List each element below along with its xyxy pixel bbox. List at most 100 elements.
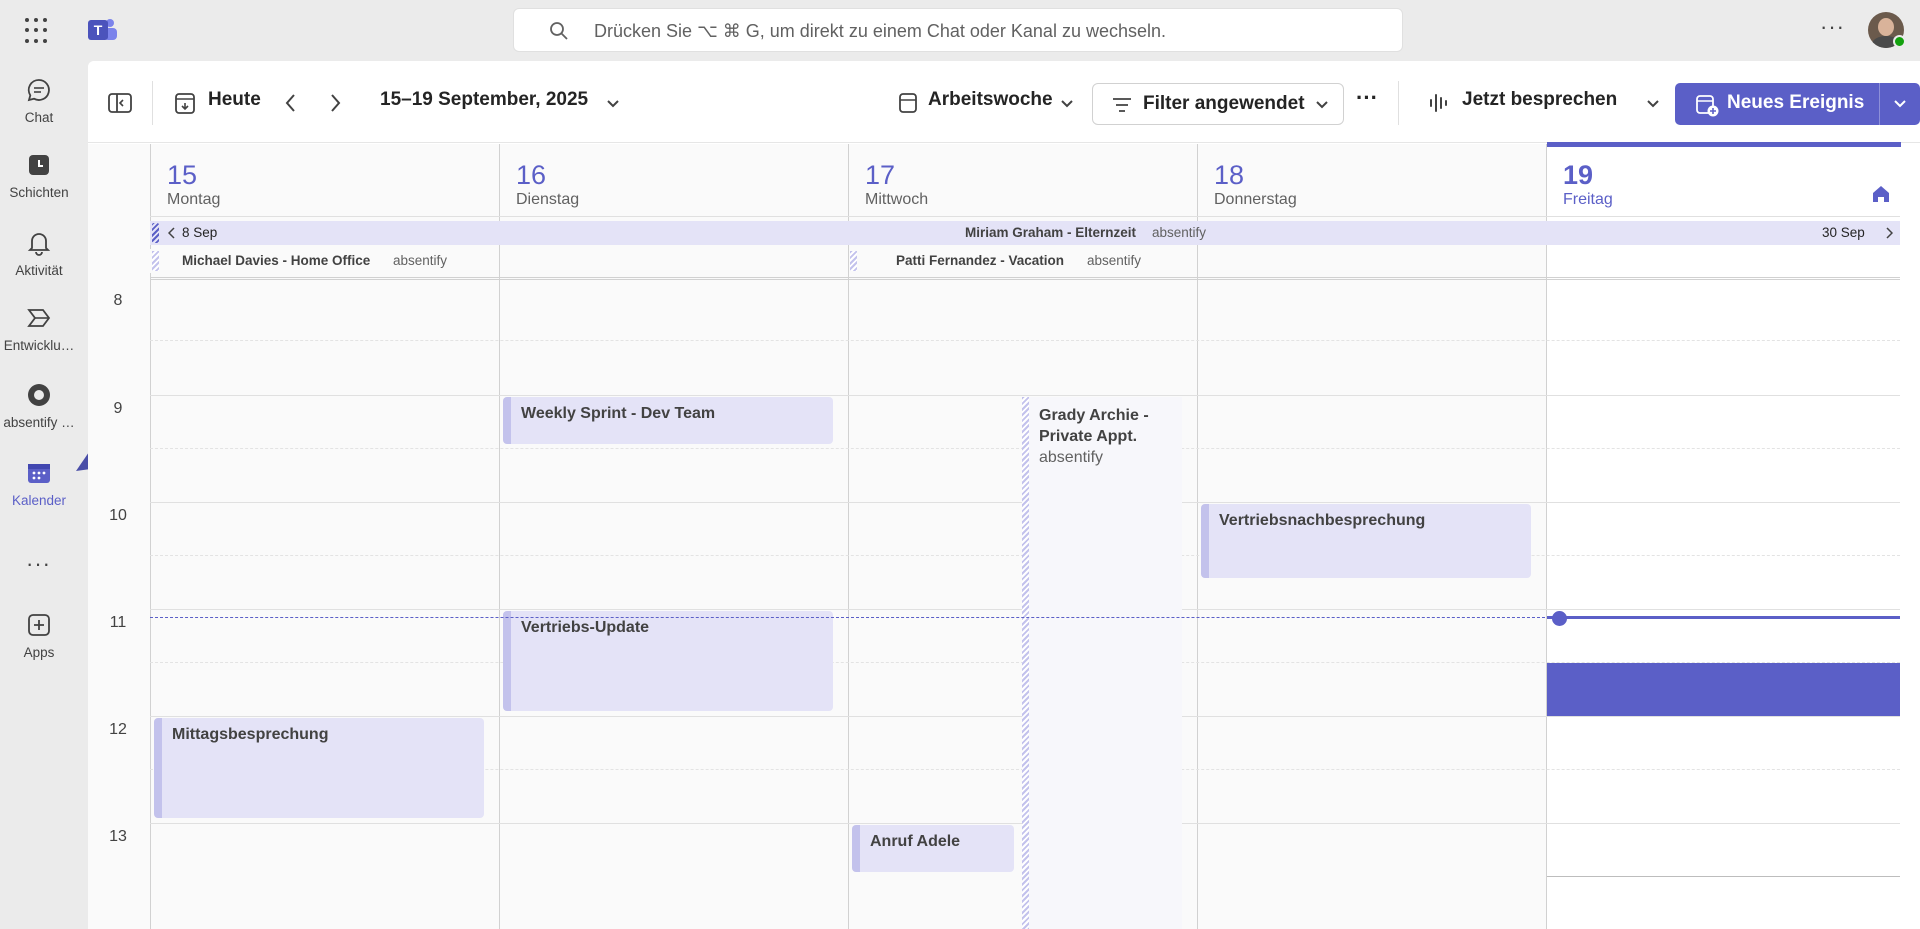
- meet-now-button[interactable]: Jetzt besprechen: [1462, 89, 1617, 111]
- hour-label: 12: [109, 721, 127, 738]
- app-launcher-icon[interactable]: [25, 18, 51, 44]
- allday-row-2: Michael Davies - Home Office absentify P…: [150, 249, 1900, 273]
- divider: [1547, 876, 1900, 877]
- day-name: Dienstag: [516, 191, 580, 208]
- bell-icon: [27, 233, 51, 256]
- shifts-icon: [29, 155, 49, 175]
- rail-item-chat[interactable]: Chat: [0, 76, 78, 125]
- event-title: Vertriebs-Update: [521, 619, 650, 636]
- hour-line: [150, 395, 1900, 396]
- rail-item-developer[interactable]: Entwicklu…: [0, 304, 78, 353]
- search-bar[interactable]: Drücken Sie ⌥ ⌘ G, um direkt zu einem Ch…: [513, 8, 1403, 52]
- chevron-down-icon: [1316, 101, 1328, 109]
- allday-start-label: 8 Sep: [182, 225, 218, 240]
- allday-title: Michael Davies - Home Office: [182, 253, 371, 268]
- calendar-icon: [28, 464, 50, 483]
- work-week-icon: [899, 93, 917, 113]
- event-vertriebs-update[interactable]: Vertriebs-Update: [503, 611, 833, 711]
- allday-source: absentify: [393, 253, 448, 268]
- chevron-down-icon[interactable]: [1060, 99, 1074, 109]
- home-icon: [1873, 186, 1889, 202]
- allday-event-vacation[interactable]: Patti Fernandez - Vacation absentify: [848, 249, 1196, 273]
- top-bar: T Drücken Sie ⌥ ⌘ G, um direkt zu einem …: [0, 0, 1920, 61]
- current-time-line-today: [1547, 616, 1900, 619]
- meet-now-icon: [1430, 94, 1447, 112]
- event-vertriebsnachbesprechung[interactable]: Vertriebsnachbesprechung: [1201, 504, 1531, 578]
- chevron-down-icon[interactable]: [1893, 99, 1907, 109]
- rail-item-activity[interactable]: Aktivität: [0, 229, 78, 278]
- day-number: 16: [516, 160, 547, 190]
- today-calendar-icon: [175, 93, 195, 114]
- toolbar-more-icon[interactable]: ···: [1356, 85, 1378, 111]
- chevron-down-icon[interactable]: [606, 99, 620, 109]
- allday-end-label: 30 Sep: [1822, 225, 1865, 240]
- absence-stripe: [1022, 397, 1029, 929]
- hour-label: 11: [109, 614, 127, 631]
- allday-event-home-office[interactable]: Michael Davies - Home Office absentify: [150, 249, 496, 273]
- day-number: 18: [1214, 160, 1245, 190]
- presence-available-icon: [1893, 35, 1906, 48]
- filter-label: Filter angewendet: [1143, 93, 1305, 114]
- event-weekly-sprint[interactable]: Weekly Sprint - Dev Team: [503, 397, 833, 444]
- rail-item-absentify[interactable]: absentify …: [0, 381, 78, 430]
- rail-item-apps[interactable]: Apps: [0, 611, 78, 660]
- search-placeholder: Drücken Sie ⌥ ⌘ G, um direkt zu einem Ch…: [594, 21, 1166, 41]
- event-title: Grady Archie - Private Appt.: [1039, 407, 1149, 445]
- filter-icon: [1113, 98, 1131, 112]
- today-button[interactable]: Heute: [208, 89, 261, 111]
- filter-button[interactable]: Filter angewendet: [1092, 83, 1344, 125]
- rail-label-chat: Chat: [24, 110, 54, 125]
- event-grady-archie[interactable]: Grady Archie - Private Appt. absentify: [1029, 397, 1182, 929]
- hour-label: 8: [113, 292, 123, 309]
- half-hour-line: [150, 340, 1900, 341]
- day-number: 15: [167, 160, 198, 190]
- current-time-line: [150, 617, 1550, 618]
- allday-source: absentify: [1152, 225, 1207, 240]
- calendar-main: Heute 15–19 September, 2025 Arbeitswoche…: [88, 61, 1920, 929]
- absentify-icon: [28, 384, 50, 406]
- next-week-icon[interactable]: [328, 93, 342, 113]
- allday-title: Miriam Graham - Elternzeit: [965, 225, 1137, 240]
- event-title: Mittagsbesprechung: [172, 726, 329, 743]
- more-options-icon[interactable]: ···: [1820, 14, 1845, 40]
- rail-label-absentify: absentify …: [3, 415, 75, 430]
- chevron-down-icon[interactable]: [1646, 99, 1660, 109]
- rail-item-shifts[interactable]: Schichten: [0, 151, 78, 200]
- hour-label: 9: [113, 400, 123, 417]
- rail-label-developer: Entwicklu…: [3, 338, 75, 353]
- allday-title: Patti Fernandez - Vacation: [896, 253, 1065, 268]
- rail-label-activity: Aktivität: [15, 263, 63, 278]
- rail-label-calendar: Kalender: [11, 493, 67, 508]
- view-selector[interactable]: Arbeitswoche: [928, 89, 1053, 111]
- event-title: Vertriebsnachbesprechung: [1219, 512, 1426, 529]
- event-anruf-adele[interactable]: Anruf Adele: [852, 825, 1014, 872]
- new-event-button[interactable]: Neues Ereignis: [1675, 83, 1920, 125]
- hour-label: 10: [109, 507, 127, 524]
- allday-source: absentify: [1087, 253, 1142, 268]
- day-name: Freitag: [1563, 191, 1613, 208]
- week-grid: 15 Montag 16 Dienstag 17 Mittwoch 18 Donners…: [88, 142, 1901, 929]
- rail-label-shifts: Schichten: [9, 185, 69, 200]
- allday-event-elternzeit[interactable]: 8 Sep Miriam Graham - Elternzeit absenti…: [150, 221, 1900, 245]
- new-event-label: Neues Ereignis: [1727, 92, 1865, 113]
- search-icon: [550, 22, 568, 40]
- new-event-icon: [1696, 95, 1719, 117]
- chevron-right-icon: [1886, 227, 1893, 239]
- event-title: Anruf Adele: [870, 833, 961, 850]
- event-title: Weekly Sprint - Dev Team: [521, 405, 716, 422]
- day-name: Mittwoch: [865, 191, 929, 208]
- event-mittagsbesprechung[interactable]: Mittagsbesprechung: [154, 718, 484, 818]
- add-apps-icon: [28, 614, 50, 636]
- day-name: Montag: [167, 191, 221, 208]
- day-number: 17: [865, 160, 896, 190]
- calendar-toolbar: Heute 15–19 September, 2025 Arbeitswoche…: [88, 61, 1920, 143]
- developer-portal-icon: [27, 309, 51, 327]
- current-time-dot: [1552, 611, 1567, 626]
- date-range-picker[interactable]: 15–19 September, 2025: [380, 89, 588, 111]
- busy-block[interactable]: [1547, 663, 1900, 716]
- rail-item-calendar[interactable]: Kalender: [0, 459, 78, 508]
- svg-text:T: T: [94, 22, 103, 38]
- sidebar-toggle-icon[interactable]: [108, 93, 132, 113]
- previous-week-icon[interactable]: [284, 93, 298, 113]
- more-apps-icon[interactable]: ···: [26, 551, 51, 577]
